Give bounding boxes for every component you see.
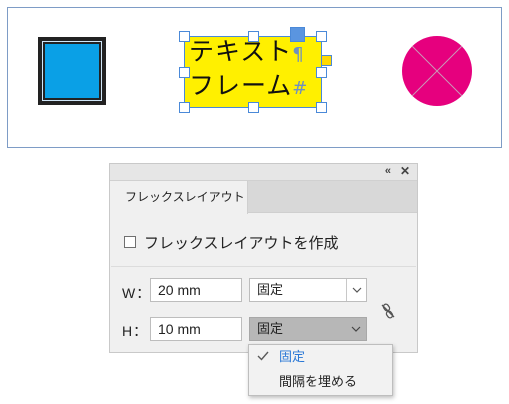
- width-mode-value: 固定: [257, 282, 284, 297]
- resize-handle-bottom-left[interactable]: [179, 102, 190, 113]
- text-frame-line-1: テキスト¶: [189, 37, 305, 66]
- create-flex-layout-checkbox[interactable]: [124, 236, 136, 248]
- width-mode-select[interactable]: 固定: [249, 278, 367, 302]
- text-frame-line-2: フレーム#: [189, 71, 309, 100]
- create-flex-layout-label: フレックスレイアウトを作成: [144, 234, 339, 252]
- live-corner-handle[interactable]: [321, 55, 332, 66]
- height-label: H：: [122, 323, 149, 339]
- resize-handle-bottom[interactable]: [248, 102, 259, 113]
- resize-handle-left[interactable]: [179, 67, 190, 78]
- resize-handle-top-right[interactable]: [316, 31, 327, 42]
- paragraph-mark: ¶: [292, 44, 305, 65]
- resize-handle-bottom-right[interactable]: [316, 102, 327, 113]
- close-panel-icon[interactable]: ✕: [400, 164, 410, 178]
- dropdown-option-fill-spacing[interactable]: 間隔を埋める: [249, 371, 392, 393]
- panel-tab-bar: フレックスレイアウト: [110, 181, 417, 214]
- dropdown-option-label: 固定: [279, 349, 306, 364]
- square-fill: [45, 44, 99, 98]
- resize-handle-right[interactable]: [316, 67, 327, 78]
- content-grabber-handle[interactable]: [290, 27, 305, 42]
- height-field[interactable]: 10 mm: [150, 317, 242, 341]
- panel-header: « ✕: [110, 164, 417, 181]
- chevron-down-icon[interactable]: [346, 318, 366, 340]
- tab-flex-layout[interactable]: フレックスレイアウト: [110, 181, 248, 214]
- checkmark-icon: [257, 351, 269, 361]
- create-flex-layout-row[interactable]: フレックスレイアウトを作成: [124, 233, 339, 252]
- resize-handle-top-left[interactable]: [179, 31, 190, 42]
- end-of-story-mark: #: [292, 78, 309, 99]
- panel-divider: [111, 266, 416, 267]
- width-field[interactable]: 20 mm: [150, 278, 242, 302]
- square-shape[interactable]: [38, 37, 106, 105]
- width-label: W：: [122, 285, 152, 301]
- chevron-down-icon[interactable]: [346, 279, 366, 301]
- unlinked-chain-icon[interactable]: [380, 303, 396, 319]
- circle-shape[interactable]: [401, 35, 473, 107]
- text-frame[interactable]: テキスト¶ フレーム#: [184, 36, 322, 108]
- height-mode-select[interactable]: 固定: [249, 317, 367, 341]
- height-mode-value: 固定: [257, 321, 284, 336]
- flex-layout-panel: « ✕ フレックスレイアウト フレックスレイアウトを作成 W： 20 mm 固定…: [109, 163, 418, 353]
- dropdown-option-fixed[interactable]: 固定: [249, 346, 392, 368]
- height-mode-dropdown: 固定 間隔を埋める: [248, 344, 393, 396]
- document-canvas[interactable]: テキスト¶ フレーム#: [7, 7, 502, 148]
- dropdown-option-label: 間隔を埋める: [279, 374, 358, 389]
- collapse-panel-icon[interactable]: «: [385, 165, 391, 177]
- resize-handle-top[interactable]: [248, 31, 259, 42]
